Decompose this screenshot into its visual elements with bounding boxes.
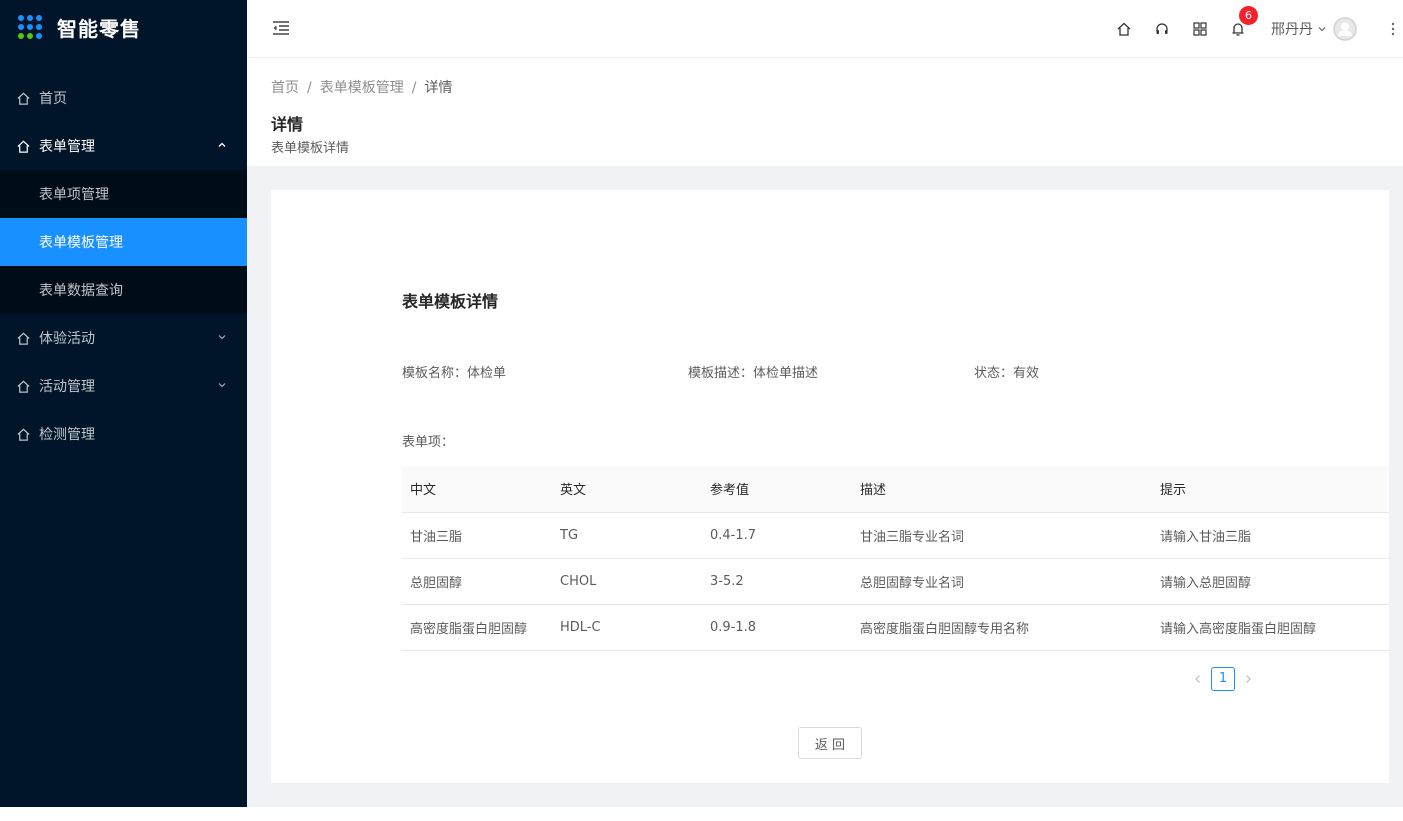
home-icon: [16, 139, 31, 154]
bell-icon[interactable]: 6: [1229, 6, 1258, 38]
sidebar: 智能零售 首页 表单管理 表单项管理 表单模板管理 表单数据查询 体验活动 活动…: [0, 0, 247, 807]
sidebar-item-detection[interactable]: 检测管理: [0, 410, 247, 458]
header-actions: 6 邢丹丹: [1105, 0, 1403, 58]
sidebar-item-label: 首页: [39, 91, 67, 107]
logo-grid-icon: [18, 15, 42, 39]
chevron-down-icon: [218, 383, 226, 388]
cell-chinese: 高密度脂蛋白胆固醇: [402, 604, 552, 651]
avatar[interactable]: [1333, 17, 1357, 41]
sidebar-item-label: 表单数据查询: [39, 283, 123, 299]
cell-description: 总胆固醇专业名词: [852, 558, 1152, 605]
form-items-label: 表单项：: [402, 435, 455, 450]
table-header-row: 中文 英文 参考值 描述 提示: [402, 466, 1389, 513]
cell-english: TG: [552, 512, 702, 559]
breadcrumb-form-templates[interactable]: 表单模板管理: [320, 80, 404, 96]
sidebar-item-label: 检测管理: [39, 427, 95, 443]
app-grid-icon[interactable]: [1191, 20, 1209, 38]
sidebar-item-form-templates[interactable]: 表单模板管理: [0, 218, 247, 266]
sidebar-menu: 首页 表单管理 表单项管理 表单模板管理 表单数据查询 体验活动 活动管理 检测…: [0, 74, 247, 458]
next-page-icon[interactable]: [1241, 672, 1255, 686]
home-icon: [16, 91, 31, 106]
column-header-chinese: 中文: [402, 466, 552, 513]
column-header-reference: 参考值: [702, 466, 852, 513]
chevron-down-icon[interactable]: [1317, 24, 1327, 34]
page-number-current[interactable]: 1: [1211, 667, 1235, 691]
cell-english: HDL-C: [552, 604, 702, 651]
sidebar-item-form-data-query[interactable]: 表单数据查询: [0, 266, 247, 314]
table-row: 高密度脂蛋白胆固醇 HDL-C 0.9-1.8 高密度脂蛋白胆固醇专用名称 请输…: [402, 604, 1389, 651]
sidebar-item-experience[interactable]: 体验活动: [0, 314, 247, 362]
breadcrumb-separator: /: [307, 80, 312, 96]
chevron-down-icon: [218, 335, 226, 340]
cell-description: 高密度脂蛋白胆固醇专用名称: [852, 604, 1152, 651]
sidebar-item-label: 表单管理: [39, 139, 95, 155]
breadcrumb-home[interactable]: 首页: [271, 80, 299, 96]
template-description: 模板描述：体检单描述: [688, 366, 819, 381]
headset-icon[interactable]: [1153, 20, 1171, 38]
chevron-up-icon: [218, 142, 226, 147]
cell-reference: 0.4-1.7: [702, 512, 852, 559]
pagination: 1: [1191, 667, 1255, 691]
cell-description: 甘油三脂专业名词: [852, 512, 1152, 559]
logo[interactable]: 智能零售: [0, 0, 247, 54]
page-description: 表单模板详情: [271, 141, 350, 156]
cell-reference: 3-5.2: [702, 558, 852, 605]
submenu-form-management: 表单项管理 表单模板管理 表单数据查询: [0, 170, 247, 314]
breadcrumb-separator: /: [411, 80, 417, 96]
cell-hint: 请输入甘油三脂: [1152, 512, 1389, 559]
card-title: 表单模板详情: [402, 292, 499, 311]
sidebar-item-activity-management[interactable]: 活动管理: [0, 362, 247, 410]
sidebar-item-home[interactable]: 首页: [0, 74, 247, 122]
sidebar-item-label: 表单模板管理: [39, 235, 123, 251]
back-button[interactable]: 返 回: [798, 727, 862, 759]
home-icon: [16, 331, 31, 346]
cell-chinese: 总胆固醇: [402, 558, 552, 605]
table-row: 甘油三脂 TG 0.4-1.7 甘油三脂专业名词 请输入甘油三脂: [402, 512, 1389, 559]
column-header-description: 描述: [852, 466, 1152, 513]
app-title: 智能零售: [57, 16, 141, 41]
template-name: 模板名称：体检单: [402, 366, 507, 381]
sidebar-item-label: 活动管理: [39, 379, 95, 395]
home-icon: [16, 427, 31, 442]
cell-reference: 0.9-1.8: [702, 604, 852, 651]
cell-english: CHOL: [552, 558, 702, 605]
top-header: 6 邢丹丹: [247, 0, 1403, 58]
cell-hint: 请输入总胆固醇: [1152, 558, 1389, 605]
column-header-hint: 提示: [1152, 466, 1389, 513]
detail-card: 表单模板详情 模板名称：体检单 模板描述：体检单描述 状态：有效 表单项： 中文…: [271, 190, 1389, 783]
breadcrumb-current: 详情: [424, 80, 453, 96]
cell-hint: 请输入高密度脂蛋白胆固醇: [1152, 604, 1389, 651]
user-name[interactable]: 邢丹丹: [1271, 19, 1313, 39]
more-vertical-icon[interactable]: [1391, 22, 1395, 36]
template-status: 状态：有效: [974, 366, 1040, 381]
table-row: 总胆固醇 CHOL 3-5.2 总胆固醇专业名词 请输入总胆固醇: [402, 558, 1389, 605]
prev-page-icon[interactable]: [1191, 672, 1205, 686]
home-icon: [16, 379, 31, 394]
cell-chinese: 甘油三脂: [402, 512, 552, 559]
sidebar-item-label: 体验活动: [39, 331, 95, 347]
form-items-table: 中文 英文 参考值 描述 提示 甘油三脂 TG 0.4-1.7 甘油三脂专业名词…: [402, 466, 1389, 651]
notification-badge: 6: [1239, 6, 1258, 25]
sidebar-item-form-management[interactable]: 表单管理: [0, 122, 247, 170]
breadcrumb: 首页 / 表单模板管理 / 详情: [271, 77, 1379, 97]
sidebar-item-label: 表单项管理: [39, 187, 109, 203]
page-header: 首页 / 表单模板管理 / 详情 详情 表单模板详情: [247, 59, 1403, 166]
column-header-english: 英文: [552, 466, 702, 513]
page-title: 详情: [271, 115, 304, 134]
home-icon[interactable]: [1115, 20, 1133, 38]
sidebar-item-form-items[interactable]: 表单项管理: [0, 170, 247, 218]
menu-fold-icon[interactable]: [271, 18, 291, 38]
